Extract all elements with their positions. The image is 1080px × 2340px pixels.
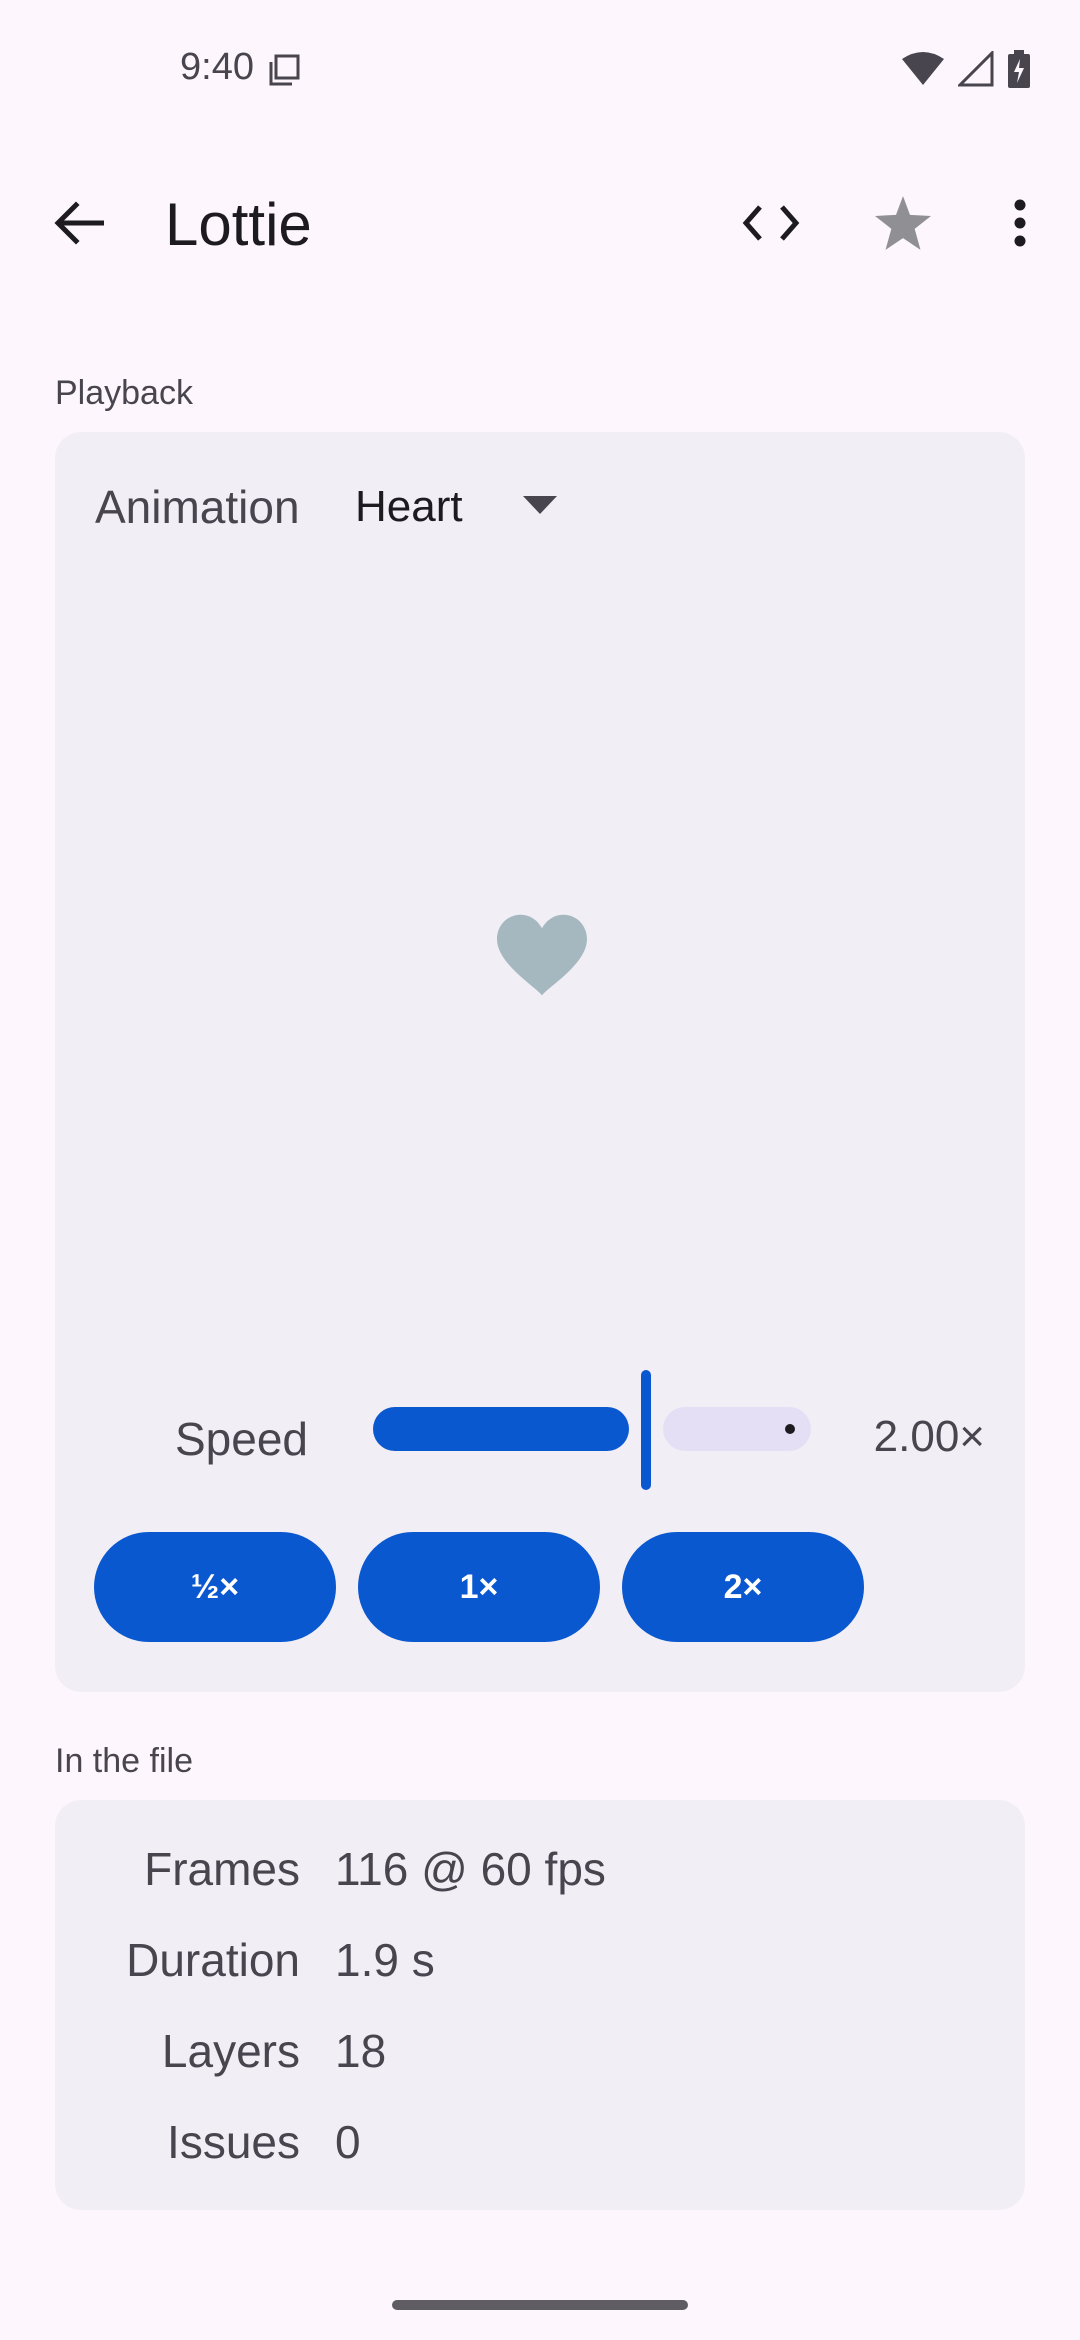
speed-value: 2.00× [873, 1412, 985, 1461]
playback-section-label: Playback [55, 374, 193, 412]
heart-icon [497, 914, 587, 1002]
view-code-button[interactable] [736, 190, 806, 260]
info-key: Layers [161, 2025, 300, 2077]
slider-handle[interactable] [641, 1370, 651, 1490]
slider-inactive-track [663, 1407, 811, 1451]
home-indicator[interactable] [392, 2300, 688, 2310]
info-row-issues: Issues 0 [55, 2115, 1025, 2185]
speed-label: Speed [175, 1413, 309, 1465]
signal-icon [956, 49, 994, 92]
speed-slider[interactable] [55, 432, 1025, 1692]
dropdown-arrow-icon [522, 495, 557, 519]
code-icon [742, 203, 800, 248]
info-value: 0 [335, 2116, 361, 2168]
speed-1x-button[interactable]: 1× [358, 1532, 600, 1642]
info-value: 1.9 s [335, 1934, 435, 1986]
info-row-layers: Layers 18 [55, 2024, 1025, 2094]
wifi-icon [902, 51, 944, 92]
file-info-section-label: In the file [55, 1742, 193, 1780]
status-time: 9:40 [180, 46, 254, 88]
favorite-button[interactable] [868, 190, 938, 260]
info-value: 18 [335, 2025, 387, 2077]
back-arrow-icon [54, 200, 105, 250]
slider-stop-indicator [785, 1424, 795, 1434]
back-button[interactable] [44, 190, 114, 260]
copy-icon [268, 54, 300, 86]
star-icon [875, 195, 931, 255]
status-icons [902, 49, 1030, 93]
info-key: Issues [167, 2116, 300, 2168]
speed-half-button[interactable]: ½× [94, 1532, 336, 1642]
page-title: Lottie [165, 191, 312, 258]
animation-selected-value: Heart [355, 482, 463, 531]
info-value: 116 @ 60 fps [335, 1843, 606, 1895]
file-info-card: Frames 116 @ 60 fps Duration 1.9 s Layer… [55, 1800, 1025, 2210]
battery-charging-icon [1008, 50, 1030, 93]
info-row-duration: Duration 1.9 s [55, 1933, 1025, 2003]
info-key: Duration [126, 1934, 300, 1986]
slider-active-track [373, 1407, 629, 1451]
info-row-frames: Frames 116 @ 60 fps [55, 1842, 1025, 1912]
playback-card: Animation Heart Speed 2.00× ½× 1× 2× [55, 432, 1025, 1692]
animation-label: Animation [95, 481, 300, 533]
more-options-button[interactable] [1000, 190, 1040, 260]
info-key: Frames [144, 1843, 300, 1895]
animation-dropdown[interactable]: Heart [355, 472, 557, 542]
speed-2x-button[interactable]: 2× [622, 1532, 864, 1642]
animation-preview [497, 914, 587, 998]
more-vert-icon [1013, 199, 1027, 252]
